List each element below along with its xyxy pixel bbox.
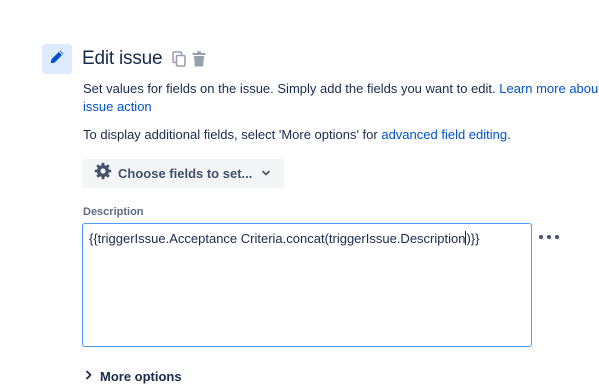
intro-description: Set values for fields on the issue. Simp… xyxy=(83,80,599,116)
description-field-label: Description xyxy=(83,206,144,218)
description-value-tail: )}} xyxy=(466,231,480,246)
copy-icon[interactable] xyxy=(171,50,187,68)
advanced-note-period: . xyxy=(507,127,511,142)
gear-icon xyxy=(94,162,112,185)
more-options-label: More options xyxy=(100,368,182,384)
learn-more-link[interactable]: Learn more abou xyxy=(499,81,598,96)
description-value: {{triggerIssue.Acceptance Criteria.conca… xyxy=(89,231,466,246)
advanced-field-editing-link[interactable]: advanced field editing xyxy=(381,127,507,142)
chevron-right-icon xyxy=(85,367,93,385)
pencil-icon xyxy=(49,49,65,70)
intro-text: Set values for fields on the issue. Simp… xyxy=(83,81,500,96)
action-icon-container xyxy=(42,44,72,74)
advanced-note-text: To display additional fields, select 'Mo… xyxy=(83,127,382,142)
intro-line-2: issue action xyxy=(83,98,599,116)
chevron-down-icon xyxy=(261,165,271,183)
description-textarea[interactable]: {{triggerIssue.Acceptance Criteria.conca… xyxy=(82,223,532,347)
dot-icon xyxy=(547,235,551,239)
intro-line-1: Set values for fields on the issue. Simp… xyxy=(83,80,599,98)
advanced-editing-note: To display additional fields, select 'Mo… xyxy=(83,126,511,144)
dot-icon xyxy=(555,235,559,239)
page-title: Edit issue xyxy=(82,48,163,69)
more-actions-button[interactable] xyxy=(539,231,559,243)
dot-icon xyxy=(539,235,543,239)
more-options-toggle[interactable]: More options xyxy=(85,367,182,385)
learn-more-link-continued[interactable]: issue action xyxy=(83,99,152,114)
edit-issue-panel: Edit issue Set values for fields on the … xyxy=(0,0,599,392)
trash-icon[interactable] xyxy=(191,50,207,68)
choose-fields-label: Choose fields to set... xyxy=(118,166,253,181)
choose-fields-button[interactable]: Choose fields to set... xyxy=(82,159,284,188)
title-row: Edit issue xyxy=(82,46,211,72)
